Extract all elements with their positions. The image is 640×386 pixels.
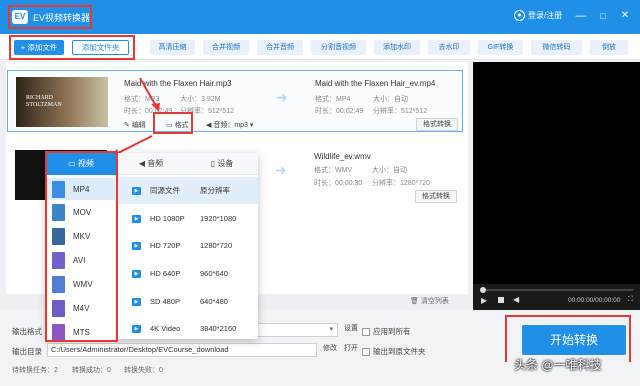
format-name: MOV bbox=[73, 207, 92, 217]
tab-label: 视频 bbox=[77, 159, 94, 168]
mkv-icon bbox=[52, 227, 65, 245]
tab-device[interactable]: ▯ 设备 bbox=[186, 153, 258, 175]
output-dir-label: 输出目录 bbox=[12, 347, 42, 356]
fullscreen-icon[interactable]: ⛶ bbox=[628, 296, 633, 304]
preset-name: HD 1080P bbox=[150, 214, 185, 223]
mts-icon bbox=[52, 323, 65, 341]
format-item-mts[interactable]: MTS bbox=[52, 321, 90, 343]
output-to-source-label: 输出到原文件夹 bbox=[373, 347, 426, 356]
format-item-mov[interactable]: MOV bbox=[52, 201, 91, 223]
red-arrow-1-head bbox=[151, 103, 160, 112]
output-format-select[interactable]: ▾ bbox=[256, 323, 338, 337]
mov-icon bbox=[52, 203, 65, 221]
progress-handle[interactable] bbox=[480, 287, 486, 293]
tab-audio[interactable]: ◀ 音频 bbox=[116, 153, 186, 175]
open-button[interactable]: 打开 bbox=[342, 343, 360, 356]
m4v-icon bbox=[52, 299, 65, 317]
format-item-m4v[interactable]: M4V bbox=[52, 297, 89, 319]
tab-label: 设备 bbox=[217, 159, 234, 168]
play-icon: ▶ bbox=[132, 241, 141, 250]
red-arrow-2 bbox=[115, 135, 153, 155]
format-list: MP4 MOV MKV AVI WMV M4V MTS bbox=[46, 175, 116, 341]
apply-all-label: 应用到所有 bbox=[373, 327, 411, 336]
format-name: MTS bbox=[73, 327, 90, 337]
preset-row[interactable]: ▶ SD 480P 640*480 bbox=[118, 288, 258, 315]
apply-all-checkbox[interactable]: 应用到所有 bbox=[362, 326, 411, 337]
preset-row[interactable]: ▶ HD 1080P 1920*1080 bbox=[118, 205, 258, 232]
player-controls: ▶ ◀ 00:00:00/00:00:00 ⛶ bbox=[473, 284, 640, 310]
preset-row[interactable]: ▶ HD 640P 960*640 bbox=[118, 260, 258, 287]
preset-name: HD 640P bbox=[150, 269, 181, 278]
format-name: AVI bbox=[73, 255, 86, 265]
preset-name: SD 480P bbox=[150, 297, 181, 306]
preset-resolution: 1280*720 bbox=[200, 241, 233, 250]
output-to-source-checkbox[interactable]: 输出到原文件夹 bbox=[362, 346, 426, 357]
play-icon[interactable]: ▶ bbox=[481, 296, 487, 305]
progress-track[interactable] bbox=[481, 289, 633, 291]
tab-video[interactable]: ▭ 视频 bbox=[46, 153, 116, 175]
status-failed: 转换失败：0 bbox=[124, 367, 163, 374]
checkbox-box[interactable] bbox=[362, 347, 370, 356]
settings-button[interactable]: 设置 bbox=[342, 323, 360, 336]
preset-resolution: 960*640 bbox=[200, 269, 228, 278]
avi-icon bbox=[52, 251, 65, 269]
preset-name: 4K Video bbox=[150, 324, 181, 333]
preset-name: 同源文件 bbox=[150, 186, 180, 195]
format-name: MP4 bbox=[73, 184, 90, 194]
format-item-mp4[interactable]: MP4 bbox=[46, 178, 115, 200]
output-format-label: 输出格式 bbox=[12, 327, 42, 336]
play-icon: ▶ bbox=[132, 214, 141, 223]
output-dir-input[interactable]: C:/Users/Administrator/Desktop/EVCourse_… bbox=[47, 343, 317, 357]
status-success: 转换成功：0 bbox=[72, 367, 111, 374]
play-icon: ▶ bbox=[132, 297, 141, 306]
format-item-wmv[interactable]: WMV bbox=[52, 273, 93, 295]
stop-icon[interactable] bbox=[498, 297, 504, 303]
checkbox-box[interactable] bbox=[362, 327, 370, 336]
preset-row[interactable]: ▶ 4K Video 3840*2160 bbox=[118, 315, 258, 342]
format-name: M4V bbox=[73, 303, 90, 313]
format-picker: ▭ 视频 ◀ 音频 ▯ 设备 MP4 MOV MKV AVI WMV M4V M… bbox=[46, 153, 258, 342]
mp4-icon bbox=[52, 180, 65, 198]
play-icon: ▶ bbox=[132, 324, 141, 333]
preset-resolution: 原分辨率 bbox=[200, 186, 230, 195]
preset-row[interactable]: ▶ 同源文件 原分辨率 bbox=[118, 177, 258, 204]
player-time: 00:00:00/00:00:00 bbox=[568, 297, 621, 304]
red-arrow-1 bbox=[139, 77, 157, 107]
clear-list-button[interactable]: 🗑 清空列表 bbox=[410, 296, 449, 306]
format-item-avi[interactable]: AVI bbox=[52, 249, 85, 271]
play-icon: ▶ bbox=[132, 269, 141, 278]
tab-label: 音频 bbox=[147, 159, 164, 168]
preset-resolution: 3840*2160 bbox=[200, 324, 237, 333]
status-waiting: 待转换任务：2 bbox=[12, 367, 58, 374]
preset-name: HD 720P bbox=[150, 241, 181, 250]
format-name: MKV bbox=[73, 231, 91, 241]
modify-button[interactable]: 修改 bbox=[320, 343, 340, 356]
preset-row[interactable]: ▶ HD 720P 1280*720 bbox=[118, 232, 258, 259]
start-convert-button[interactable]: 开始转换 bbox=[522, 325, 626, 355]
format-tabs: ▭ 视频 ◀ 音频 ▯ 设备 bbox=[46, 153, 258, 175]
wmv-icon bbox=[52, 275, 65, 293]
play-icon: ▶ bbox=[132, 186, 141, 195]
clear-list-label: 清空列表 bbox=[420, 298, 449, 305]
format-name: WMV bbox=[73, 279, 93, 289]
preset-resolution: 640*480 bbox=[200, 297, 228, 306]
video-preview bbox=[473, 62, 640, 284]
watermark-text: 头条 @一唯科技 bbox=[514, 358, 602, 372]
preset-resolution: 1920*1080 bbox=[200, 214, 237, 223]
volume-icon[interactable]: ◀ bbox=[513, 295, 519, 304]
format-item-mkv[interactable]: MKV bbox=[52, 225, 90, 247]
